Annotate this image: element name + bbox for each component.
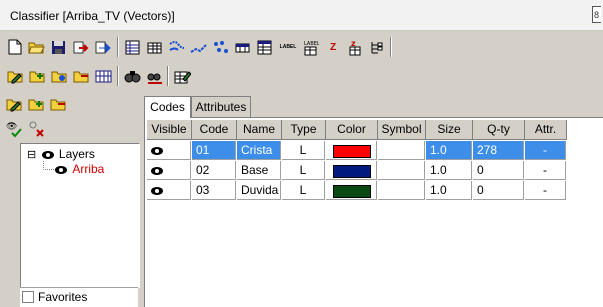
delete-layer-icon[interactable] xyxy=(50,97,68,115)
open-folder-icon[interactable] xyxy=(27,38,45,56)
name-cell[interactable]: Crista xyxy=(237,141,281,160)
show-visible-icon[interactable]: 👁 xyxy=(6,120,24,138)
color-cell[interactable] xyxy=(326,141,377,160)
col-code[interactable]: Code xyxy=(192,120,237,140)
new-layer-icon[interactable] xyxy=(28,97,46,115)
col-qty[interactable]: Q-ty xyxy=(473,120,525,140)
label-icon[interactable]: LABEL xyxy=(277,38,299,56)
type-cell[interactable]: L xyxy=(282,181,325,200)
layer-properties-icon[interactable] xyxy=(50,67,68,85)
dashed-line-icon[interactable] xyxy=(189,38,207,56)
visible-cell[interactable] xyxy=(147,141,191,160)
type-cell[interactable]: L xyxy=(282,161,325,180)
col-visible[interactable]: Visible xyxy=(147,120,192,140)
edit-layer-icon[interactable] xyxy=(6,67,24,85)
color-swatch[interactable] xyxy=(333,185,371,198)
tab-codes[interactable]: Codes xyxy=(144,96,191,118)
z-icon[interactable]: Z xyxy=(324,38,342,56)
eye-icon[interactable] xyxy=(55,166,67,174)
name-cell[interactable]: Base xyxy=(237,161,281,180)
attr-cell[interactable]: - xyxy=(525,161,566,180)
table-view-icon[interactable] xyxy=(123,38,141,56)
new-file-icon[interactable] xyxy=(6,38,24,56)
edit-table-icon[interactable] xyxy=(173,67,191,85)
favorites-bar[interactable]: Favorites xyxy=(20,287,138,307)
svg-text:👁: 👁 xyxy=(6,122,17,132)
codes-table: Visible Code Name Type Color Symbol Size… xyxy=(144,117,603,307)
qty-cell[interactable]: 0 xyxy=(473,161,524,180)
raster-grid-icon[interactable] xyxy=(94,67,112,85)
visible-cell[interactable] xyxy=(147,181,191,200)
code-cell[interactable]: 02 xyxy=(192,161,236,180)
color-swatch[interactable] xyxy=(333,165,371,178)
symbol-cell[interactable] xyxy=(378,141,425,160)
table-small-icon[interactable] xyxy=(233,38,251,56)
eye-icon[interactable] xyxy=(151,167,163,175)
col-symbol[interactable]: Symbol xyxy=(378,120,426,140)
favorites-label: Favorites xyxy=(38,290,88,304)
main-toolbar: LABEL LABEL Z z xyxy=(0,33,603,61)
color-cell[interactable] xyxy=(326,161,377,180)
size-cell[interactable]: 1.0 xyxy=(426,161,472,180)
tab-attributes[interactable]: Attributes xyxy=(191,96,251,117)
add-layer-icon[interactable] xyxy=(28,67,46,85)
symbol-cell[interactable] xyxy=(378,181,425,200)
size-cell[interactable]: 1.0 xyxy=(426,141,472,160)
line-curve-icon[interactable] xyxy=(167,38,185,56)
title-bar: Classifier [Arriba_TV (Vectors)] 8 xyxy=(0,0,603,31)
point-symbols-icon[interactable] xyxy=(211,38,229,56)
col-size[interactable]: Size xyxy=(426,120,473,140)
hide-visible-icon[interactable] xyxy=(28,120,46,138)
attr-cell[interactable]: - xyxy=(525,141,566,160)
window-control-button[interactable]: 8 xyxy=(592,6,601,23)
z-table-icon[interactable]: z xyxy=(345,38,363,56)
open-layer-icon[interactable] xyxy=(6,97,24,115)
export-icon[interactable] xyxy=(93,38,111,56)
tree-root-label: Layers xyxy=(58,147,95,161)
code-cell[interactable]: 01 xyxy=(192,141,236,160)
color-cell[interactable] xyxy=(326,181,377,200)
col-attr[interactable]: Attr. xyxy=(525,120,567,140)
collapse-icon[interactable]: ⊟ xyxy=(27,149,36,161)
tree-icon[interactable] xyxy=(367,38,385,56)
attr-cell[interactable]: - xyxy=(525,181,566,200)
visible-cell[interactable] xyxy=(147,161,191,180)
find-icon[interactable] xyxy=(123,67,141,85)
name-cell[interactable]: Duvida xyxy=(237,181,281,200)
tree-root-layers[interactable]: ⊟ Layers xyxy=(27,147,95,161)
secondary-toolbar xyxy=(0,62,260,90)
qty-cell[interactable]: 278 xyxy=(473,141,524,160)
svg-text:LABEL: LABEL xyxy=(304,41,319,47)
tree-item-arriba[interactable]: Arriba xyxy=(55,162,104,176)
import-icon[interactable] xyxy=(71,38,89,56)
window-title: Classifier [Arriba_TV (Vectors)] xyxy=(10,9,175,23)
remove-layer-icon[interactable] xyxy=(72,67,90,85)
find-next-icon[interactable] xyxy=(145,67,163,85)
type-cell[interactable]: L xyxy=(282,141,325,160)
eye-icon[interactable] xyxy=(151,187,163,195)
col-color[interactable]: Color xyxy=(326,120,378,140)
col-type[interactable]: Type xyxy=(282,120,326,140)
label-table-icon[interactable]: LABEL xyxy=(301,38,319,56)
qty-cell[interactable]: 0 xyxy=(473,181,524,200)
layer-tree: ⊟ Layers Arriba xyxy=(20,143,140,288)
eye-icon[interactable] xyxy=(151,147,163,155)
symbol-cell[interactable] xyxy=(378,161,425,180)
color-swatch[interactable] xyxy=(333,145,371,158)
grid-icon[interactable] xyxy=(145,38,163,56)
size-cell[interactable]: 1.0 xyxy=(426,181,472,200)
favorites-checkbox[interactable] xyxy=(22,291,34,303)
col-name[interactable]: Name xyxy=(237,120,282,140)
tree-item-label: Arriba xyxy=(72,162,105,176)
table-grid-icon[interactable] xyxy=(255,38,273,56)
save-icon[interactable] xyxy=(49,38,67,56)
eye-icon[interactable] xyxy=(41,151,54,159)
code-cell[interactable]: 03 xyxy=(192,181,236,200)
